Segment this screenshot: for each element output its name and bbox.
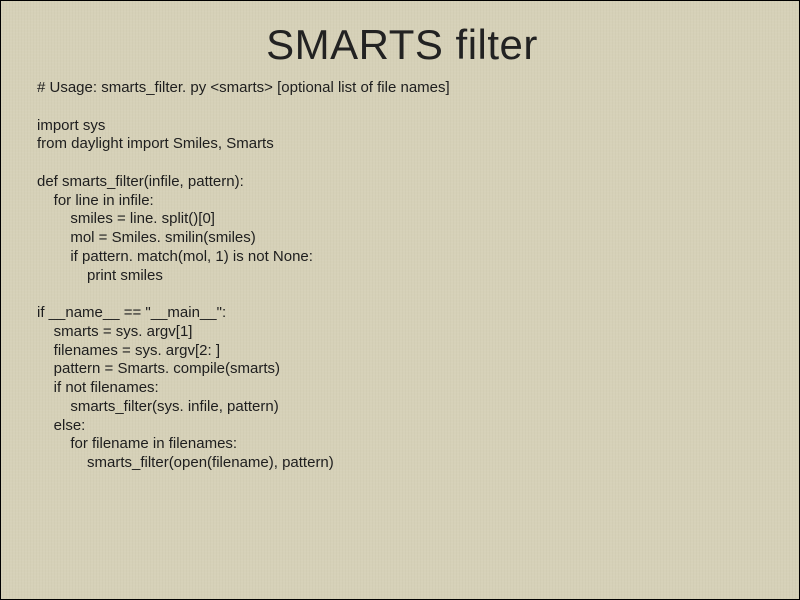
code-block: # Usage: smarts_filter. py <smarts> [opt…: [37, 79, 767, 473]
slide-title: SMARTS filter: [37, 21, 767, 69]
slide: SMARTS filter # Usage: smarts_filter. py…: [1, 1, 799, 473]
